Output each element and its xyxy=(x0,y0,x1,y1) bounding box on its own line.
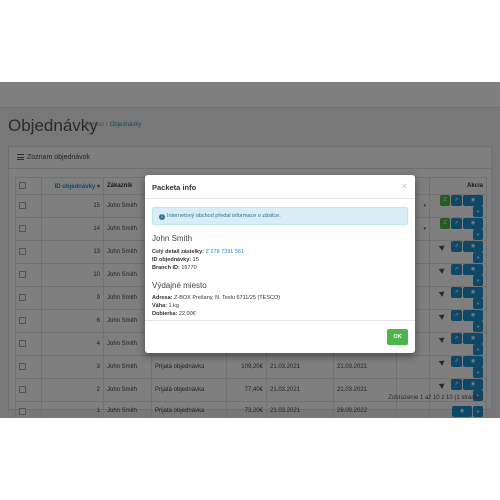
ok-button[interactable]: OK xyxy=(387,329,408,345)
branch-id-row: Branch ID: 19770 xyxy=(152,265,197,271)
modal-footer: OK xyxy=(145,320,415,353)
packeta-info-modal: Packeta info × i Internetový obchod předa… xyxy=(145,175,415,353)
close-icon[interactable]: × xyxy=(402,181,407,191)
weight-row: Váha: 1 kg xyxy=(152,303,179,309)
modal-title: Packeta info xyxy=(145,175,415,199)
customer-name: John Smith xyxy=(152,234,193,243)
cod-row: Dobierka: 22,00€ xyxy=(152,311,196,317)
shipment-detail-link[interactable]: Z 278 7391 561 xyxy=(206,249,245,255)
address-row: Adresa: Z-BOX Prešany, N. Teslu 6711/25 … xyxy=(152,295,281,301)
alert-text: Internetový obchod předal informace o zá… xyxy=(167,213,281,219)
info-alert: i Internetový obchod předal informace o z… xyxy=(152,207,408,225)
order-id-row: ID objednávky: 15 xyxy=(152,257,199,263)
app-stage: Objednávky Domov/Objednávky Zoznam objed… xyxy=(0,82,500,418)
pickup-point-title: Výdajné miesto xyxy=(152,281,207,290)
shipment-detail-row: Celý detail zásielky: Z 278 7391 561 xyxy=(152,249,245,255)
info-circle-icon: i xyxy=(159,214,165,220)
